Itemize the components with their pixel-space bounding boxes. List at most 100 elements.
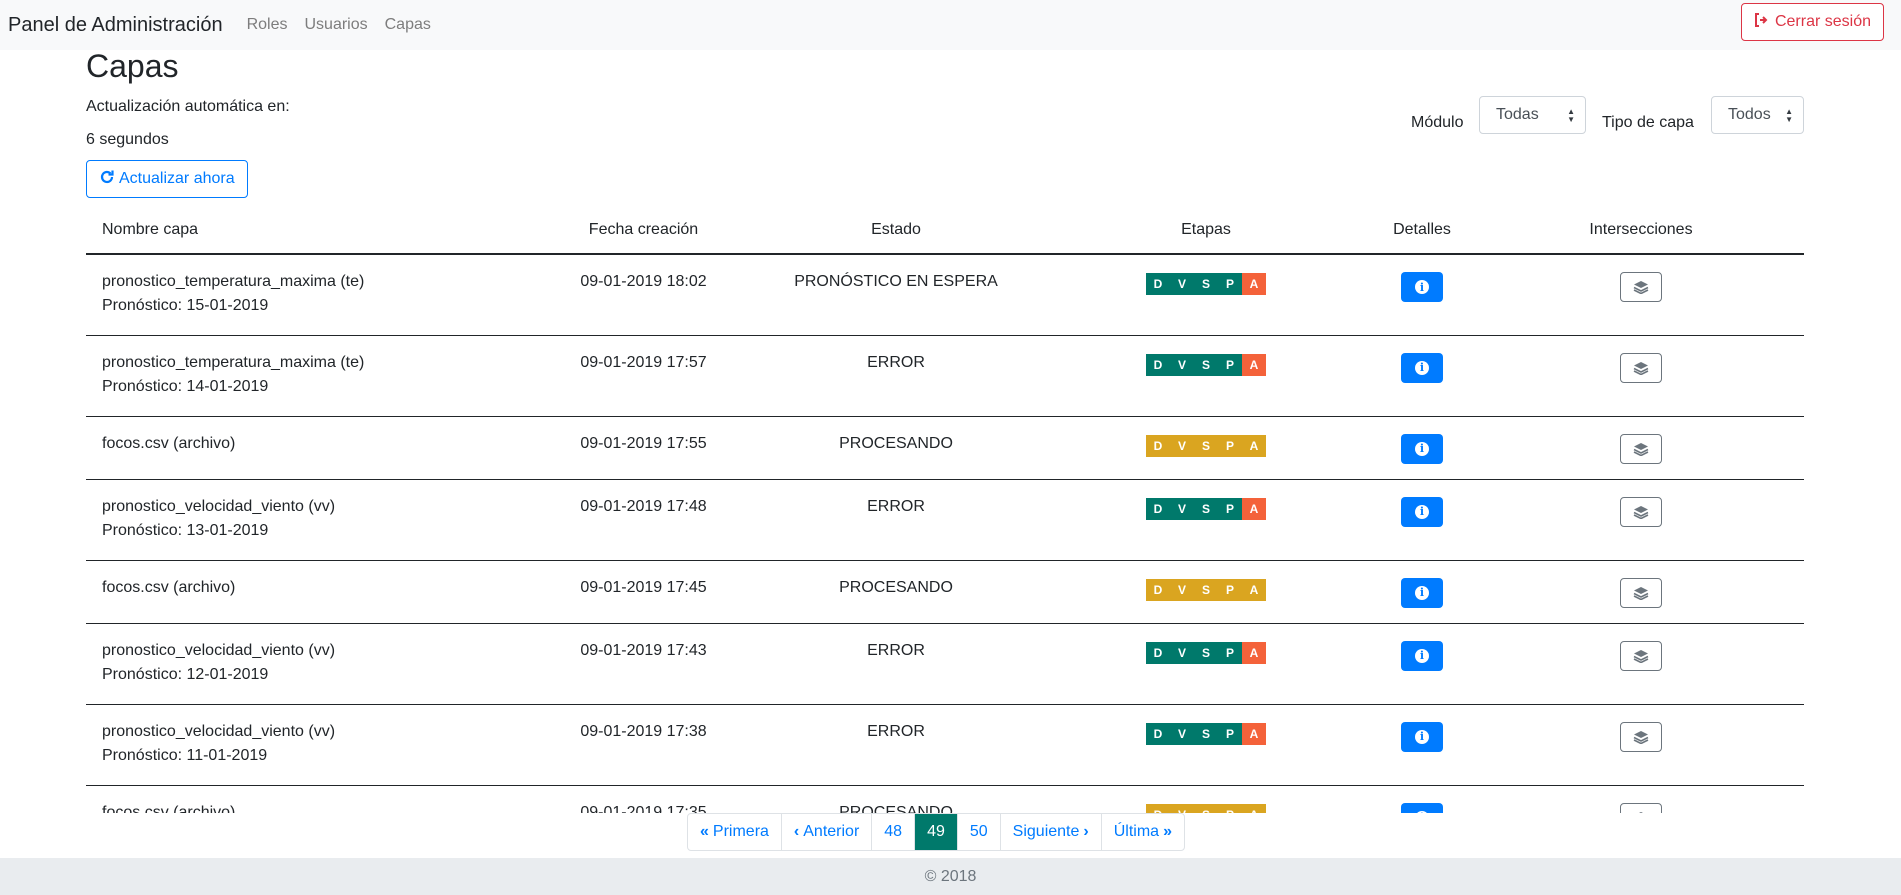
stage-badge: P [1218,273,1242,295]
page-49-active[interactable]: 49 [914,814,957,850]
page-prev-label: Anterior [803,823,860,840]
nav-link-usuarios[interactable]: Usuarios [304,16,367,34]
intersections-button[interactable] [1620,577,1662,608]
details-button[interactable]: i [1401,721,1443,752]
details-button[interactable]: i [1401,496,1443,527]
stage-badge: D [1146,641,1170,664]
cell-intersections [1478,704,1804,786]
cell-layer-name: focos.csv (archivo) [86,416,541,480]
brand[interactable]: Panel de Administración [8,14,223,37]
intersections-button[interactable] [1620,802,1662,813]
cell-layer-name: pronostico_temperatura_maxima (te) Pronós… [86,254,541,336]
layers-icon [1633,586,1649,600]
stage-badge: A [1242,353,1266,376]
cell-layer-name: focos.csv (archivo) [86,785,541,813]
layers-icon [1633,730,1649,744]
refresh-now-button[interactable]: Actualizar ahora [86,160,248,198]
page-last[interactable]: Última » [1100,814,1184,850]
intersections-button[interactable] [1620,433,1662,464]
column-header-date: Fecha creación [541,205,746,255]
stage-badge: S [1194,722,1218,745]
page-50[interactable]: 50 [956,814,1000,850]
stage-badge: A [1242,578,1266,601]
layer-type-select[interactable]: Todos ▲ ▼ [1711,96,1804,134]
cell-intersections [1478,623,1804,705]
stage-badge: V [1170,434,1194,457]
double-chevron-left-icon: « [700,823,709,840]
cell-created-date: 09-01-2019 17:55 [541,416,746,480]
details-button[interactable]: i [1401,352,1443,383]
stage-badge: S [1194,803,1218,813]
table-row: pronostico_temperatura_maxima (te) Pronós… [86,254,1804,336]
cell-details: i [1366,704,1478,786]
page-48[interactable]: 48 [871,814,914,850]
table-row: focos.csv (archivo) 09-01-2019 17:55 PROCE… [86,416,1804,480]
page-first[interactable]: « Primera [688,814,781,850]
info-icon: i [1415,585,1429,600]
stages-indicator: DVSPA [1146,434,1266,457]
stage-badge: S [1194,353,1218,376]
stage-badge: D [1146,803,1170,813]
stage-badge: D [1146,273,1170,295]
layer-name: pronostico_velocidad_viento (vv) [102,641,336,659]
details-button[interactable]: i [1401,433,1443,464]
pagination: « Primera ‹ Anterior 48 49 50 Siguiente … [687,813,1185,851]
stages-indicator: DVSPA [1146,497,1266,520]
stage-badge: D [1146,497,1170,520]
cell-stages: DVSPA [1046,479,1366,561]
stage-badge: A [1242,803,1266,813]
footer: © 2018 [0,858,1901,895]
layer-name: pronostico_temperatura_maxima (te) [102,353,365,371]
intersections-button[interactable] [1620,496,1662,527]
stage-badge: P [1218,497,1242,520]
details-button[interactable]: i [1401,802,1443,813]
intersections-button[interactable] [1620,721,1662,752]
layer-name: focos.csv (archivo) [102,578,236,596]
column-header-intersections: Intersecciones [1478,205,1804,255]
layer-name: pronostico_velocidad_viento (vv) [102,722,336,740]
stage-badge: D [1146,578,1170,601]
details-button[interactable]: i [1401,272,1443,302]
page-prev[interactable]: ‹ Anterior [780,814,871,850]
intersections-button[interactable] [1620,272,1662,302]
cell-stages: DVSPA [1046,560,1366,624]
details-button[interactable]: i [1401,640,1443,671]
select-caret-icon: ▲ ▼ [1567,107,1575,124]
layers-icon [1633,280,1649,294]
nav-link-roles[interactable]: Roles [247,16,288,34]
cell-layer-name: pronostico_velocidad_viento (vv) Pronósti… [86,623,541,705]
cell-stages: DVSPA [1046,704,1366,786]
cell-details: i [1366,335,1478,417]
layer-name: pronostico_temperatura_maxima (te) [102,273,365,290]
intersections-button[interactable] [1620,640,1662,671]
page-next[interactable]: Siguiente › [999,814,1101,850]
cell-status: ERROR [746,479,1046,561]
stage-badge: V [1170,578,1194,601]
intersections-button[interactable] [1620,352,1662,383]
stage-badge: S [1194,434,1218,457]
table-row: pronostico_velocidad_viento (vv) Pronósti… [86,623,1804,705]
cell-layer-name: pronostico_velocidad_viento (vv) Pronósti… [86,704,541,786]
cell-stages: DVSPA [1046,416,1366,480]
layers-icon [1633,811,1649,813]
layers-icon [1633,505,1649,519]
table-row: pronostico_temperatura_maxima (te) Pronós… [86,335,1804,417]
cell-status: PROCESANDO [746,785,1046,813]
layers-table-container[interactable]: Nombre capa Fecha creación Estado Etapas… [86,205,1804,813]
logout-button[interactable]: Cerrar sesión [1740,3,1884,41]
module-select[interactable]: Todas ▲ ▼ [1479,96,1586,134]
stage-badge: D [1146,434,1170,457]
details-button[interactable]: i [1401,577,1443,608]
cell-intersections [1478,785,1804,813]
stages-indicator: DVSPA [1146,722,1266,745]
nav-link-capas[interactable]: Capas [385,16,431,34]
stages-indicator: DVSPA [1146,803,1266,813]
cell-created-date: 09-01-2019 17:43 [541,623,746,705]
cell-details: i [1366,416,1478,480]
cell-status: ERROR [746,623,1046,705]
cell-status: ERROR [746,335,1046,417]
info-icon: i [1415,810,1429,813]
forecast-date: Pronóstico: 13-01-2019 [102,521,269,539]
stage-badge: P [1218,722,1242,745]
cell-stages: DVSPA [1046,254,1366,336]
